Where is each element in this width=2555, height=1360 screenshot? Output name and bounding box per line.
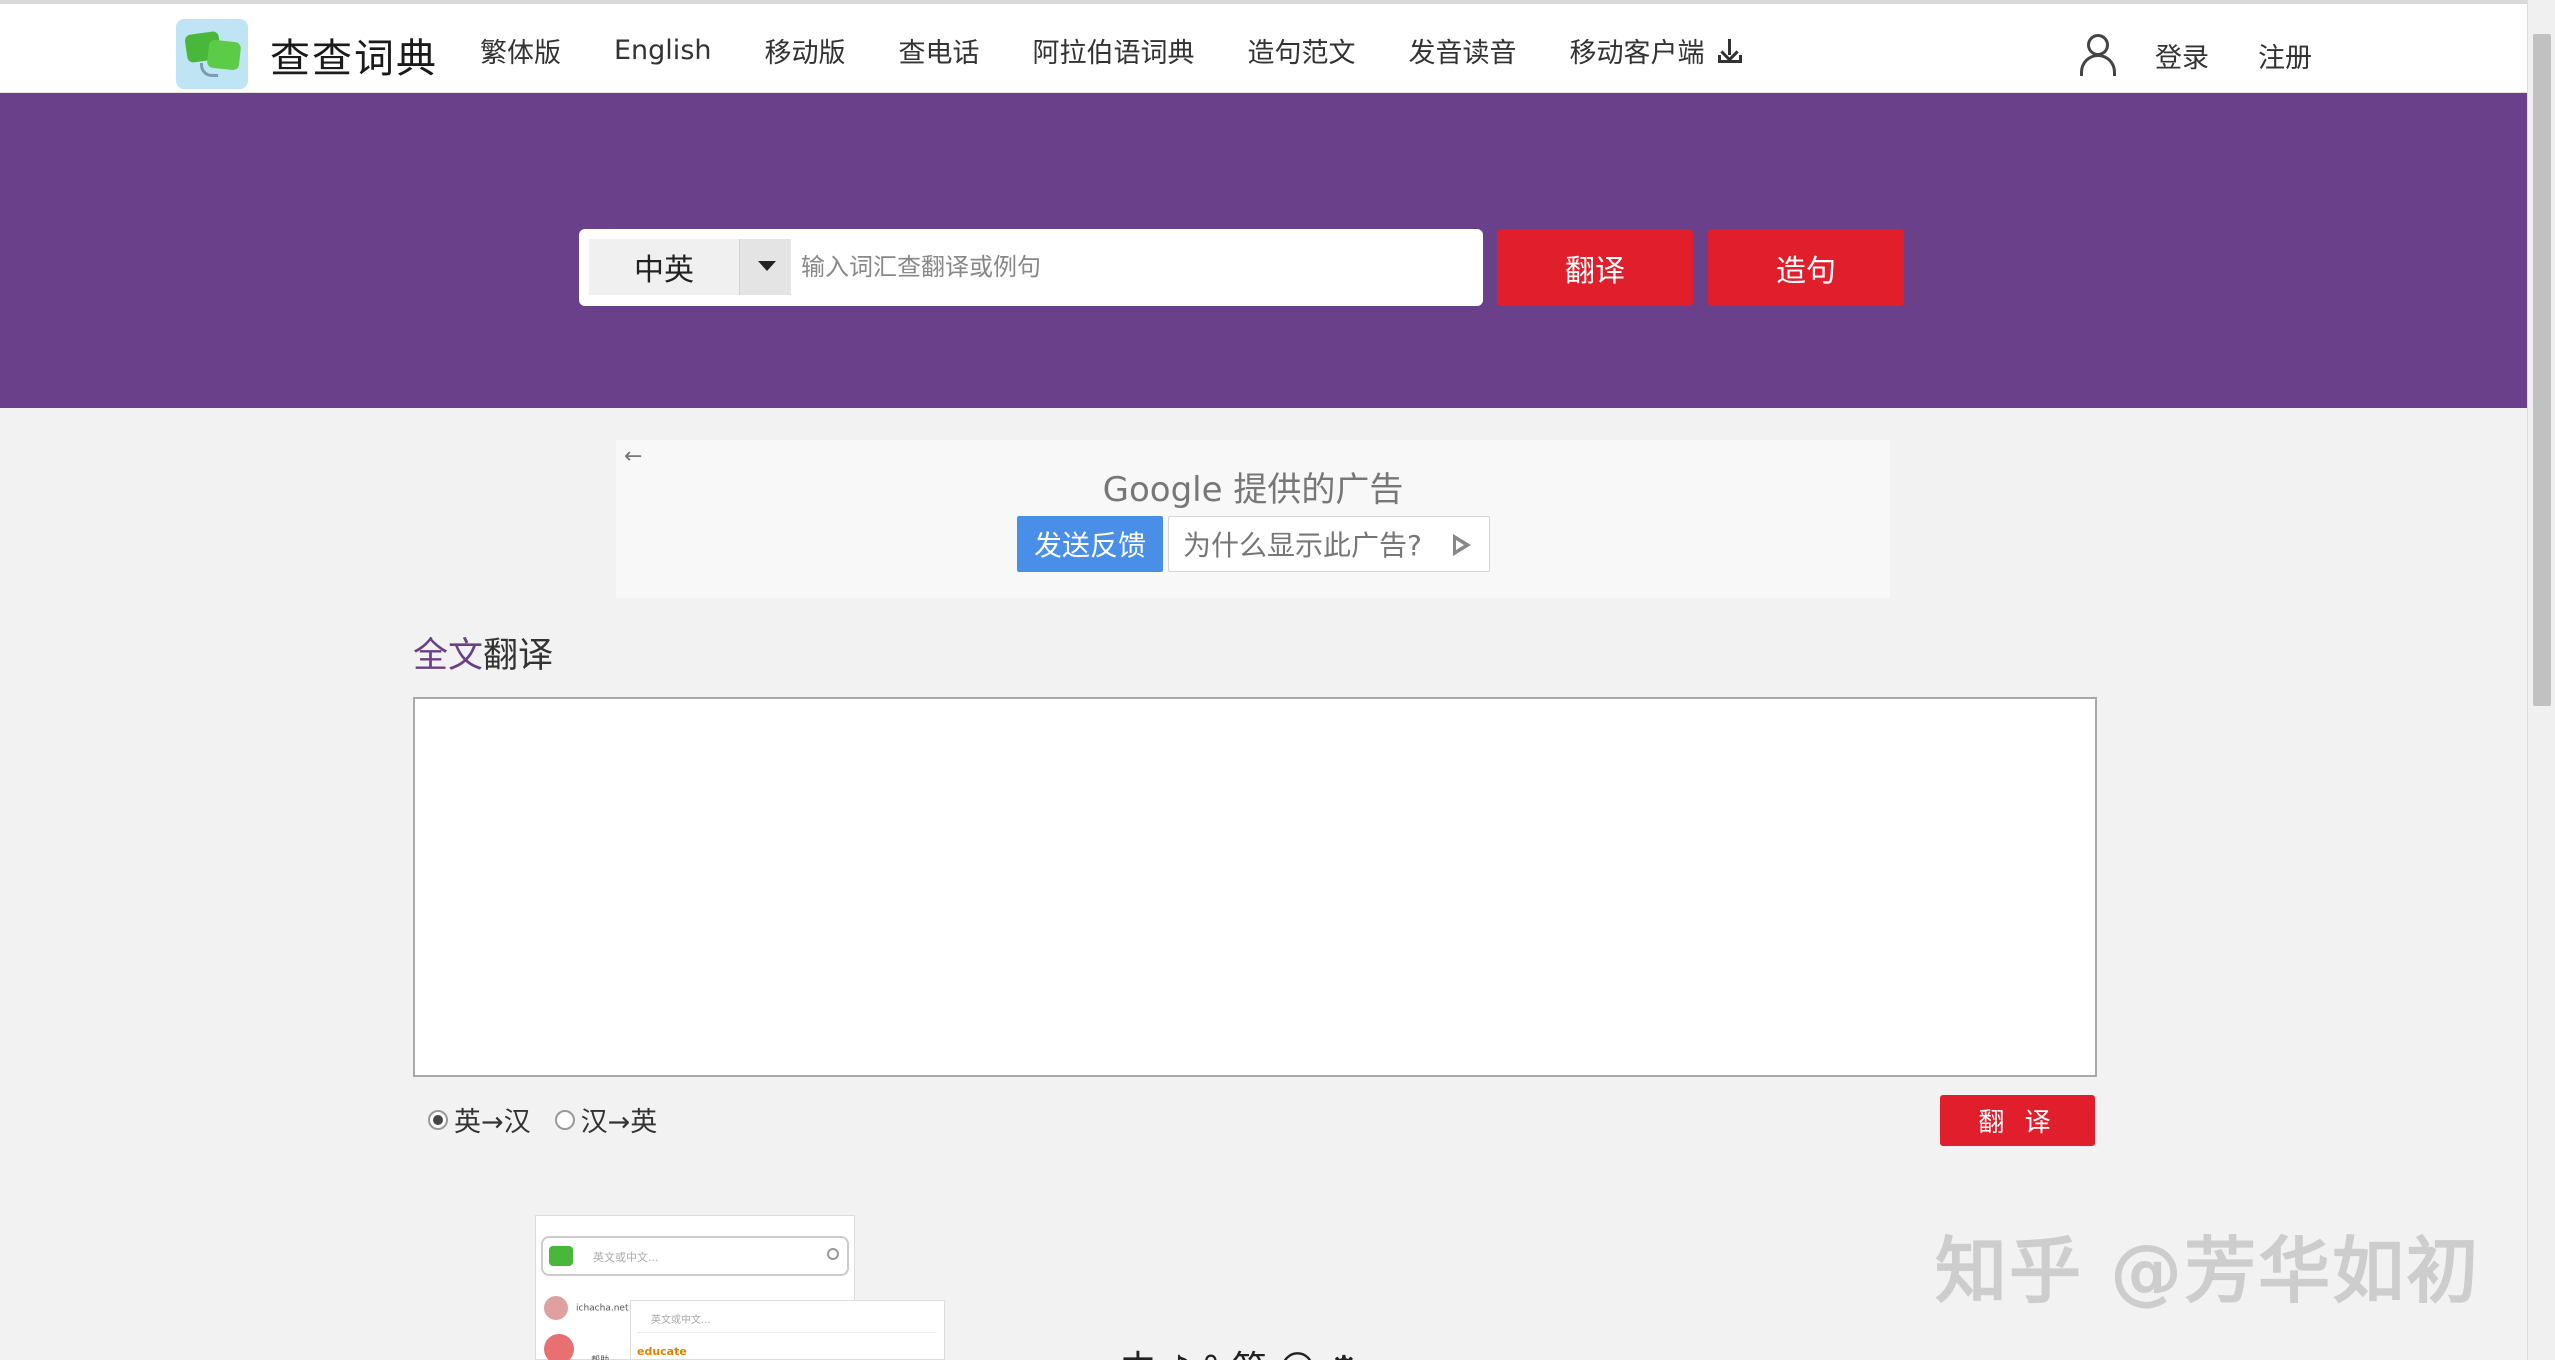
bottom-toolbar-glyphs: 中 ♪ ° 简 ☺ ⚙ <box>1120 1340 1360 1360</box>
make-sentence-button[interactable]: 造句 <box>1708 229 1904 306</box>
preview-placeholder: 英文或中文... <box>593 1251 659 1264</box>
preview-help-row: 帮助 <box>544 1334 609 1360</box>
radio-en-zh[interactable] <box>428 1109 448 1130</box>
app-preview-detail: 英文或中文... educate <box>630 1300 945 1360</box>
nav-arabic-dictionary[interactable]: 阿拉伯语词典 <box>1033 31 1195 70</box>
send-feedback-button[interactable]: 发送反馈 <box>1017 516 1163 572</box>
preview-word: educate <box>637 1345 687 1358</box>
why-this-ad-button[interactable]: 为什么显示此广告? <box>1168 516 1490 572</box>
scrollbar-thumb[interactable] <box>2533 34 2551 706</box>
preview-logo-icon <box>549 1246 573 1266</box>
register-link[interactable]: 注册 <box>2258 36 2312 75</box>
nav-mobile[interactable]: 移动版 <box>765 31 846 70</box>
section-title-rest: 翻译 <box>483 636 554 676</box>
main-nav: 繁体版 English 移动版 查电话 阿拉伯语词典 造句范文 发音读音 移动客… <box>480 4 1796 97</box>
search-input[interactable] <box>801 239 1471 295</box>
radio-zh-en[interactable] <box>554 1109 575 1130</box>
preview-sub-search: 英文或中文... <box>637 1311 937 1333</box>
preview-site-row: ichacha.net <box>544 1296 628 1320</box>
nav-sentence-examples[interactable]: 造句范文 <box>1248 31 1356 70</box>
preview-avatar-icon <box>544 1296 568 1320</box>
ad-title: Google 提供的广告 <box>1102 470 1404 510</box>
full-translate-button[interactable]: 翻 译 <box>1940 1095 2095 1146</box>
why-this-ad-label: 为什么显示此广告? <box>1183 529 1422 562</box>
nav-mobile-client[interactable]: 移动客户端 <box>1570 31 1743 70</box>
nav-english[interactable]: English <box>614 35 712 66</box>
preview-help-text: 帮助 <box>591 1356 609 1360</box>
adchoices-icon <box>1453 534 1473 556</box>
nav-phone-lookup[interactable]: 查电话 <box>899 31 980 70</box>
zhihu-watermark: 知乎 @芳华如初 <box>1935 1229 2481 1313</box>
google-ad-panel: ← Google 提供的广告 发送反馈 为什么显示此广告? <box>616 440 1890 598</box>
help-icon <box>544 1334 574 1360</box>
download-icon <box>1717 37 1743 65</box>
nav-mobile-client-label: 移动客户端 <box>1569 38 1705 69</box>
login-link[interactable]: 登录 <box>2155 36 2209 75</box>
site-logo-text[interactable]: 查查词典 <box>270 26 438 84</box>
section-title-highlight: 全文 <box>413 636 484 676</box>
chevron-down-icon[interactable] <box>739 239 791 295</box>
preview-site-text: ichacha.net <box>576 1303 629 1314</box>
logo-icon[interactable] <box>176 19 248 89</box>
search-icon <box>827 1248 839 1260</box>
radio-zh-en-label[interactable]: 汉→英 <box>581 1100 658 1139</box>
nav-traditional[interactable]: 繁体版 <box>480 31 561 70</box>
section-title: 全文翻译 <box>413 627 553 678</box>
direction-radios: 英→汉 汉→英 <box>428 1100 681 1139</box>
radio-en-zh-label[interactable]: 英→汉 <box>454 1100 531 1139</box>
nav-pronunciation[interactable]: 发音读音 <box>1409 31 1517 70</box>
translate-button[interactable]: 翻译 <box>1497 229 1693 306</box>
top-navigation-bar: 查查词典 繁体版 English 移动版 查电话 阿拉伯语词典 造句范文 发音读… <box>0 0 2527 93</box>
page-scrollbar[interactable] <box>2527 0 2555 1360</box>
user-icon[interactable] <box>2078 34 2118 76</box>
search-box: 中英 <box>579 229 1483 306</box>
preview-search-bar: 英文或中文... <box>541 1236 849 1276</box>
full-text-input[interactable] <box>413 697 2097 1077</box>
language-select[interactable]: 中英 <box>589 239 739 295</box>
